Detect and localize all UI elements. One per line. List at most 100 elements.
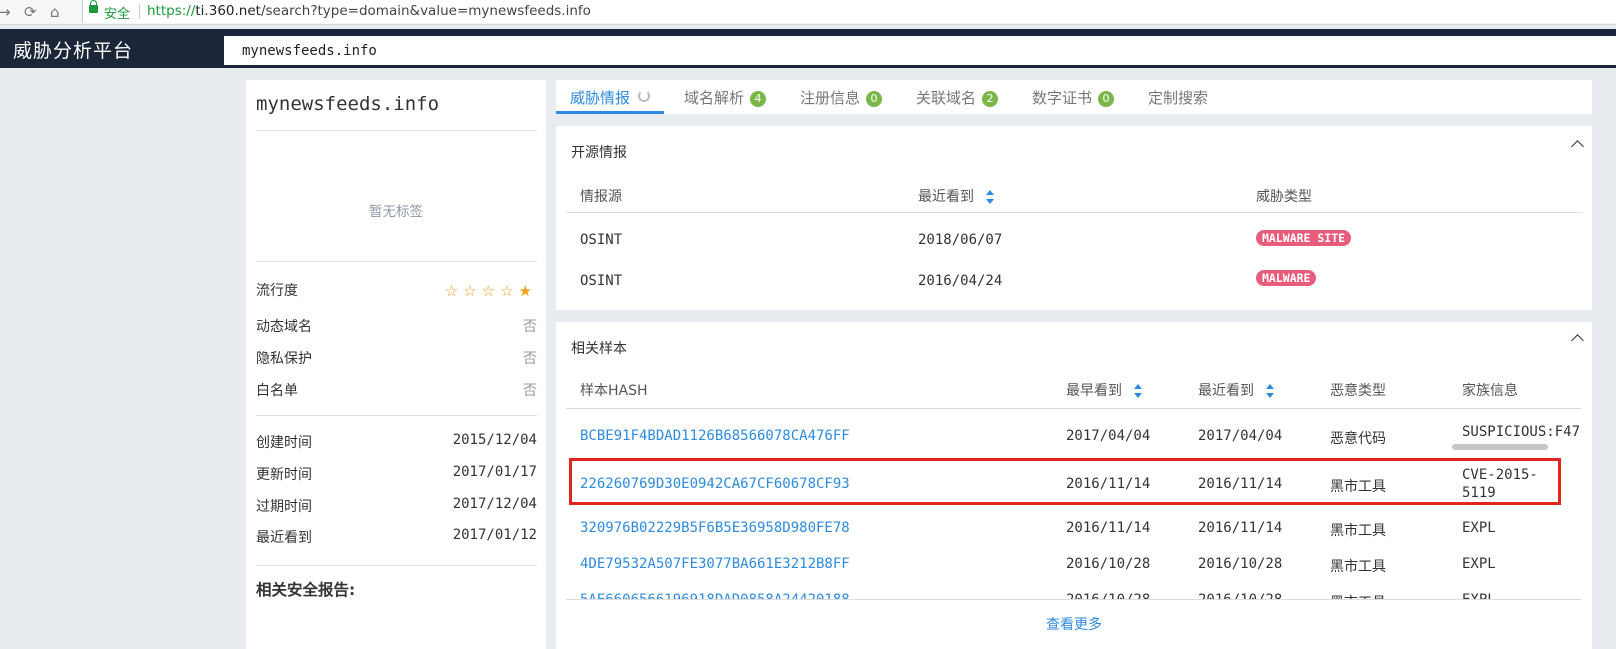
date-value: 2017/01/17	[452, 464, 537, 480]
date-value: 2017/01/12	[452, 527, 537, 543]
date-value: 2017/12/04	[452, 496, 537, 512]
secure-label: 安全	[104, 7, 131, 22]
tab-label: 定制搜索	[1148, 89, 1209, 107]
last-seen-row: 最近看到 2017/01/12	[256, 527, 537, 549]
last-seen-cell: 2016/11/14	[1198, 520, 1283, 536]
sample-hash-link[interactable]: 320976B02229B5F6B5E36958D980FE78	[580, 520, 850, 536]
lock-icon	[89, 0, 98, 13]
tab-registration[interactable]: 注册信息 0	[800, 87, 883, 114]
count-badge: 2	[982, 91, 999, 107]
first-seen-cell: 2016/11/14	[1066, 520, 1151, 536]
column-header-label: 最近看到	[918, 189, 974, 205]
panel-title: 相关样本	[571, 341, 627, 357]
prop-value: 否	[523, 319, 537, 335]
tab-related-domains[interactable]: 关联域名 2	[916, 87, 999, 114]
osint-panel: 开源情报 情报源 最近看到 威胁类型 OSINT 2018/06/07 MALW…	[556, 126, 1592, 310]
column-header-sortable[interactable]: 最近看到	[1198, 380, 1274, 400]
count-badge: 0	[1098, 91, 1115, 107]
count-badge: 0	[866, 91, 883, 107]
family-cell: SUSPICIOUS:F47	[1462, 424, 1581, 440]
date-label: 创建时间	[256, 435, 312, 451]
expires-row: 过期时间 2017/12/04	[256, 496, 537, 518]
back-arrow-icon[interactable]: →	[0, 3, 11, 21]
sample-hash-link[interactable]: 4DE79532A507FE3077BA661E3212B8FF	[580, 556, 850, 572]
tab-threat-intel[interactable]: 威胁情报	[556, 87, 665, 114]
samples-table-body[interactable]: BCBE91F4BDAD1126B68566078CA476FF 2017/04…	[556, 410, 1582, 600]
search-input[interactable]	[224, 36, 1616, 65]
first-seen-cell: 2016/10/28	[1066, 556, 1151, 572]
malware-type-cell: 黑市工具	[1330, 523, 1386, 539]
horizontal-scrollbar[interactable]	[1452, 444, 1548, 450]
created-row: 创建时间 2015/12/04	[256, 432, 537, 454]
date-label: 过期时间	[256, 499, 312, 515]
panel-title: 开源情报	[571, 145, 627, 161]
home-icon[interactable]: ⌂	[50, 3, 60, 21]
header-divider	[566, 408, 1582, 409]
url-host: ti.360.net	[195, 3, 261, 19]
address-divider	[139, 4, 140, 19]
prop-value: 否	[523, 351, 537, 367]
collapse-icon[interactable]	[1571, 334, 1584, 347]
loading-spinner-icon	[638, 90, 651, 102]
star-rating-icon: ☆☆☆☆★	[444, 282, 537, 300]
column-header: 家族信息	[1462, 383, 1518, 399]
divider	[256, 261, 537, 262]
url-text[interactable]: https://ti.360.net/search?type=domain&va…	[147, 3, 591, 19]
domain-summary-panel: mynewsfeeds.info 暂无标签 流行度 ☆☆☆☆★ 动态域名 否 隐…	[246, 80, 546, 649]
tab-custom-search[interactable]: 定制搜索	[1148, 87, 1208, 114]
column-header: 样本HASH	[580, 383, 648, 399]
date-value: 2015/12/04	[452, 432, 537, 448]
column-header: 情报源	[580, 189, 622, 205]
address-bar[interactable]: 安全 https://ti.360.net/search?type=domain…	[82, 0, 1616, 23]
url-path: /search?type=domain&value=mynewsfeeds.in…	[260, 3, 591, 19]
sort-icon[interactable]	[1266, 382, 1274, 400]
family-cell: EXPL	[1462, 556, 1496, 572]
collapse-icon[interactable]	[1571, 140, 1584, 153]
source-cell: OSINT	[580, 232, 623, 248]
last-seen-cell: 2017/04/04	[1198, 428, 1283, 444]
app-header: 威胁分析平台	[0, 29, 1616, 68]
column-header: 恶意类型	[1330, 383, 1386, 399]
column-header-label: 最近看到	[1198, 383, 1254, 399]
count-badge: 4	[750, 91, 767, 107]
tab-label: 关联域名	[916, 89, 977, 107]
popularity-label: 流行度	[256, 283, 298, 299]
threat-type-tag: MALWARE	[1256, 270, 1317, 286]
sort-icon[interactable]	[986, 188, 994, 206]
prop-label: 动态域名	[256, 319, 312, 335]
tab-certificates[interactable]: 数字证书 0	[1032, 87, 1115, 114]
column-header: 威胁类型	[1256, 189, 1312, 205]
view-more-link[interactable]: 查看更多	[556, 614, 1592, 634]
family-cell: EXPL	[1462, 520, 1496, 536]
app-logo[interactable]: 威胁分析平台	[13, 36, 133, 63]
date-label: 更新时间	[256, 467, 312, 483]
security-reports-title: 相关安全报告:	[256, 581, 356, 599]
first-seen-cell: 2017/04/04	[1066, 428, 1151, 444]
column-header-sortable[interactable]: 最近看到	[918, 186, 994, 206]
sort-icon[interactable]	[1134, 382, 1142, 400]
table-bottom-divider	[566, 599, 1582, 600]
privacy-row: 隐私保护 否	[256, 348, 537, 370]
dynamic-dns-row: 动态域名 否	[256, 316, 537, 338]
tab-label: 注册信息	[800, 89, 861, 107]
tab-dns-resolution[interactable]: 域名解析 4	[684, 87, 767, 114]
reload-icon[interactable]: ⟳	[24, 3, 37, 21]
seen-cell: 2016/04/24	[918, 273, 1003, 289]
url-scheme: https://	[147, 3, 196, 19]
prop-value: 否	[523, 383, 537, 399]
highlight-annotation-box	[569, 458, 1561, 505]
tab-label: 数字证书	[1032, 89, 1093, 107]
tab-label: 域名解析	[684, 89, 745, 107]
domain-title: mynewsfeeds.info	[256, 93, 440, 115]
tab-label: 威胁情报	[570, 89, 631, 107]
column-header-sortable[interactable]: 最早看到	[1066, 380, 1142, 400]
divider	[256, 130, 537, 131]
prop-label: 白名单	[256, 383, 298, 399]
search-box[interactable]	[224, 36, 1616, 65]
prop-label: 隐私保护	[256, 351, 312, 367]
divider	[256, 565, 537, 566]
last-seen-cell: 2016/10/28	[1198, 556, 1283, 572]
sample-hash-link[interactable]: BCBE91F4BDAD1126B68566078CA476FF	[580, 428, 850, 444]
date-label: 最近看到	[256, 530, 312, 546]
browser-toolbar: → ⟳ ⌂ 安全 https://ti.360.net/search?type=…	[0, 0, 1616, 25]
